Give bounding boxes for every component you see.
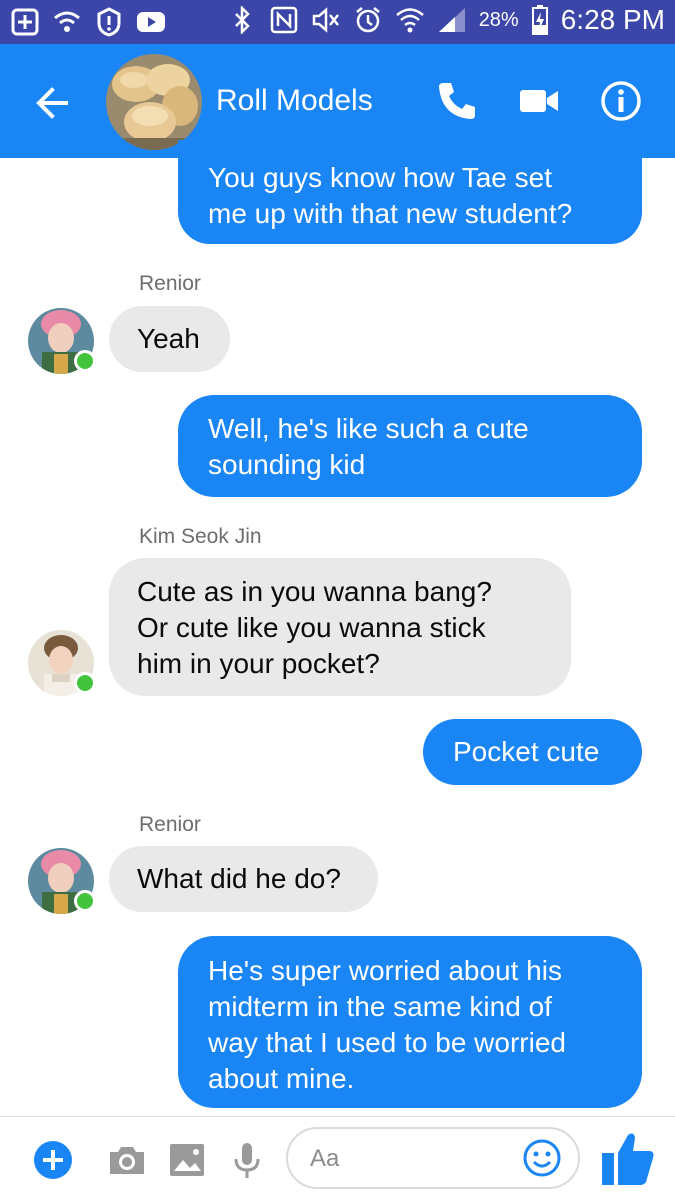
message-line: Or cute like you wanna stick [137,612,486,643]
chat-title[interactable]: Roll Models [216,84,373,118]
message-line: He's super worried about his [208,955,562,986]
message-line: way that I used to be worried [208,1027,566,1058]
online-status-dot [74,890,96,912]
message-input-placeholder: Aa [310,1145,340,1172]
back-button[interactable] [30,80,76,126]
message-line: him in your pocket? [137,648,380,679]
sender-avatar[interactable] [28,848,96,914]
nfc-icon [269,4,299,36]
voice-message-button[interactable] [226,1139,268,1181]
outgoing-message[interactable]: Pocket cute [423,719,642,785]
voice-call-button[interactable] [434,78,480,124]
sender-avatar[interactable] [28,630,96,696]
incoming-message[interactable]: What did he do? [109,846,378,912]
signal-icon [437,4,467,36]
message-line: Yeah [137,323,200,354]
sender-name: Renior [139,272,201,295]
mute-icon [311,4,341,36]
video-call-button[interactable] [516,78,562,124]
camera-icon [110,1147,144,1174]
incoming-message[interactable]: Yeah [109,306,230,372]
image-icon [170,1144,204,1176]
status-right-icons: 28% 6:28 PM [227,4,665,36]
emoji-button[interactable] [522,1138,562,1178]
message-line: Cute as in you wanna bang? [137,576,492,607]
message-input[interactable]: Aa [286,1127,580,1189]
youtube-icon [136,6,166,38]
wifi-call-icon [52,6,82,38]
group-avatar[interactable] [106,54,202,150]
like-button[interactable] [600,1129,656,1189]
phone-icon [439,83,475,119]
message-line: You guys know how Tae set [208,162,553,193]
emoji-icon [523,1139,561,1177]
alert-shield-icon [94,6,124,38]
status-left-icons [10,6,166,38]
add-notification-icon [10,6,40,38]
message-line: about mine. [208,1063,355,1094]
camera-button[interactable] [106,1139,148,1181]
info-button[interactable] [598,78,644,124]
gallery-button[interactable] [166,1139,208,1181]
outgoing-message[interactable]: Well, he's like such a cute sounding kid [178,395,642,497]
more-actions-button[interactable] [32,1139,74,1181]
message-line: Pocket cute [453,736,600,767]
message-line: sounding kid [208,449,366,480]
online-status-dot [74,672,96,694]
message-line: What did he do? [137,863,341,894]
thumbs-up-icon [602,1133,654,1185]
status-bar: 28% 6:28 PM [0,0,675,44]
clock: 6:28 PM [560,4,665,35]
battery-charging-icon [531,4,549,36]
battery-percent: 28% [478,8,519,31]
microphone-icon [234,1143,260,1178]
message-line: me up with that new student? [208,198,573,229]
back-arrow-icon [36,87,68,119]
sender-avatar[interactable] [28,308,96,374]
message-line: Well, he's like such a cute [208,413,529,444]
outgoing-message[interactable]: You guys know how Tae set me up with tha… [178,140,642,244]
incoming-message[interactable]: Cute as in you wanna bang? Or cute like … [109,558,571,696]
wifi-icon [395,4,425,36]
message-line: midterm in the same kind of [208,991,552,1022]
video-camera-icon [520,90,558,112]
message-composer: Aa [0,1116,675,1200]
plus-icon [34,1141,72,1179]
sender-name: Kim Seok Jin [139,525,262,548]
bread-rolls-photo [106,54,202,150]
outgoing-message[interactable]: He's super worried about his midterm in … [178,936,642,1108]
alarm-icon [353,4,383,36]
bluetooth-icon [227,4,257,36]
info-icon [601,81,641,121]
online-status-dot [74,350,96,372]
sender-name: Renior [139,813,201,836]
